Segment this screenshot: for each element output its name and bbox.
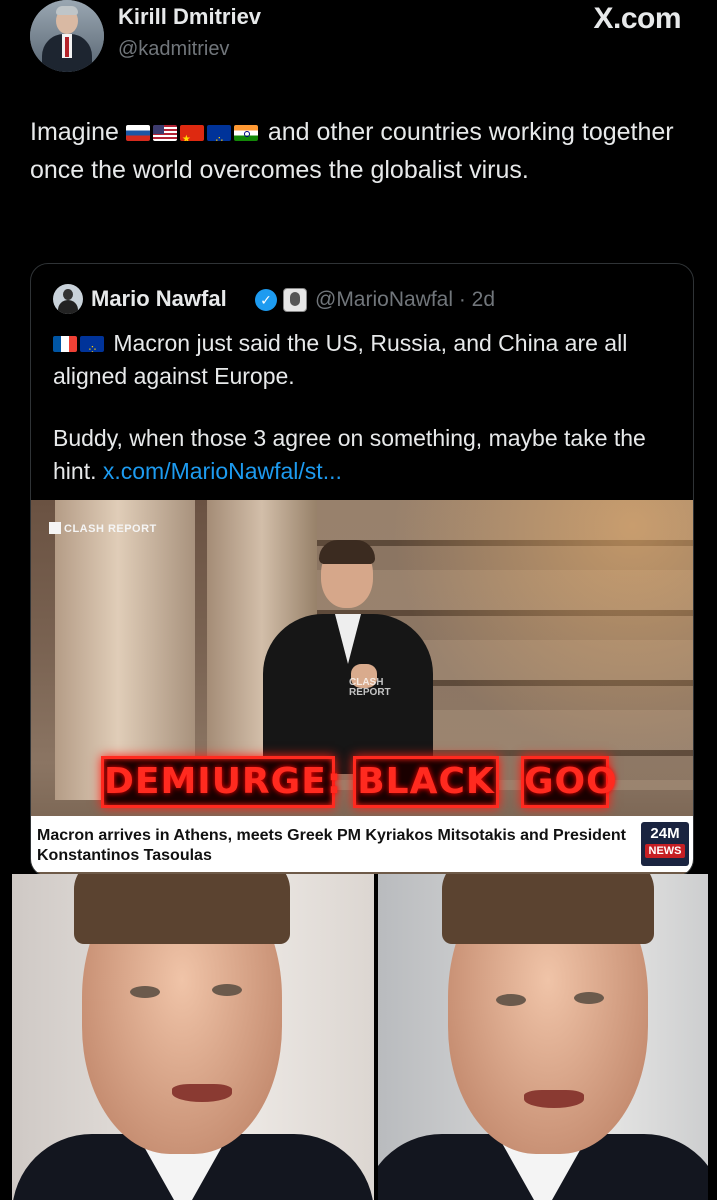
tweet-text: Imagine and other countries working toge… bbox=[30, 113, 680, 189]
news-caption-text: Macron arrives in Athens, meets Greek PM… bbox=[37, 827, 626, 864]
flag-russia-icon bbox=[125, 125, 150, 141]
quoted-tweet-text: Macron just said the US, Russia, and Chi… bbox=[53, 327, 683, 488]
author-display-name[interactable]: Kirill Dmitriev bbox=[118, 4, 261, 30]
quoted-author-avatar[interactable] bbox=[53, 284, 83, 314]
quoted-text-line1: Macron just said the US, Russia, and Chi… bbox=[53, 330, 628, 389]
macron-face-photo-left[interactable] bbox=[12, 874, 374, 1200]
flag-china-icon bbox=[179, 125, 204, 141]
flag-france-icon bbox=[53, 336, 77, 352]
news-caption-bar: Macron arrives in Athens, meets Greek PM… bbox=[31, 816, 693, 872]
quoted-video[interactable]: CLASH REPORT CLASH REPORT DEMIURGE: BLACK… bbox=[31, 500, 693, 876]
x-com-watermark: X.com bbox=[593, 2, 681, 35]
quoted-tweet-card[interactable]: Mario Nawfal ✓ @MarioNawfal · 2d Macron … bbox=[30, 263, 694, 877]
clash-report-watermark: CLASH REPORT bbox=[349, 677, 391, 698]
speaker-figure bbox=[263, 540, 433, 774]
screenshot-page: Kirill Dmitriev @kadmitriev X.com Imagin… bbox=[0, 0, 717, 1200]
affiliation-badge-icon bbox=[283, 288, 307, 312]
quoted-tweet-link[interactable]: x.com/MarioNawfal/st... bbox=[103, 458, 342, 484]
stone-column bbox=[55, 500, 195, 800]
flag-eu-icon bbox=[80, 336, 104, 352]
overlay-word: DEMIURGE: bbox=[101, 756, 341, 808]
tweet-text-start: Imagine bbox=[30, 118, 126, 146]
quoted-author-handle-time[interactable]: @MarioNawfal · 2d bbox=[315, 288, 495, 312]
author-handle[interactable]: @kadmitriev bbox=[118, 38, 229, 61]
verified-badge-icon: ✓ bbox=[255, 289, 277, 311]
author-avatar[interactable] bbox=[30, 0, 104, 72]
news-channel-logo: 24M NEWS bbox=[641, 822, 689, 866]
overlay-word: BLACK bbox=[353, 756, 499, 808]
clash-report-logo: CLASH REPORT bbox=[49, 522, 157, 535]
flag-india-icon bbox=[233, 125, 258, 141]
tweet-header: Kirill Dmitriev @kadmitriev X.com bbox=[0, 0, 717, 80]
quoted-author-name[interactable]: Mario Nawfal bbox=[91, 286, 227, 312]
flag-usa-icon bbox=[152, 125, 177, 141]
attached-image-pair[interactable] bbox=[0, 874, 717, 1200]
overlay-word: GOO bbox=[521, 756, 617, 808]
macron-face-photo-right[interactable] bbox=[378, 874, 708, 1200]
flag-eu-icon bbox=[206, 125, 231, 141]
